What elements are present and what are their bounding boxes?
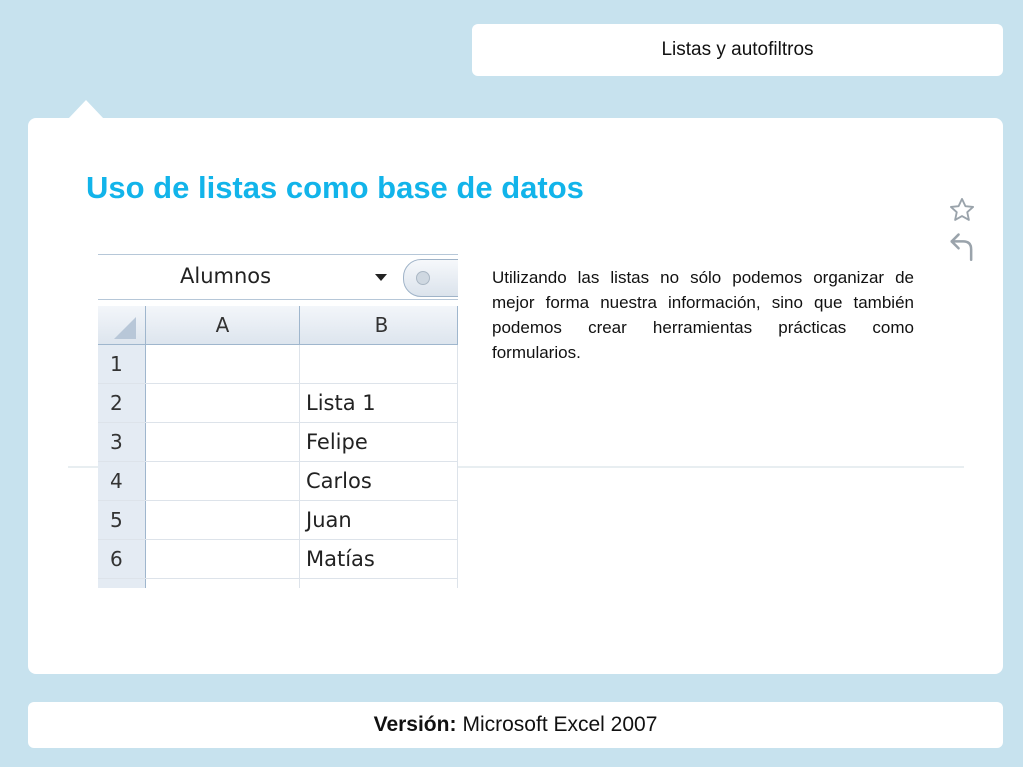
star-icon[interactable] [948,196,976,224]
cell-a[interactable] [146,423,300,461]
table-row: 5 Juan [98,501,458,540]
row-header[interactable]: 4 [98,462,146,500]
cell-a[interactable] [146,501,300,539]
row-header[interactable]: 5 [98,501,146,539]
cell-a[interactable] [146,462,300,500]
cell-b[interactable] [300,579,458,588]
row-header[interactable]: 3 [98,423,146,461]
table-row [98,579,458,588]
spreadsheet-grid: A B 1 2 Lista 1 3 Felipe 4 Carlos 5 Juan… [98,306,458,588]
header-title-bar: Listas y autofiltros [472,24,1003,76]
cell-a[interactable] [146,540,300,578]
cell-a[interactable] [146,384,300,422]
column-header-a[interactable]: A [146,306,300,344]
cell-b[interactable]: Matías [300,540,458,578]
cell-b[interactable]: Carlos [300,462,458,500]
cell-a[interactable] [146,579,300,588]
cell-b[interactable]: Juan [300,501,458,539]
panel-notch [68,100,104,119]
dropdown-arrow-icon[interactable] [375,274,387,281]
cell-a[interactable] [146,345,300,383]
slide-description: Utilizando las listas no sólo podemos or… [492,268,914,362]
row-header[interactable]: 1 [98,345,146,383]
footer-bar: Versión: Microsoft Excel 2007 [28,702,1003,748]
row-header[interactable] [98,579,146,588]
table-row: 1 [98,345,458,384]
slide-heading: Uso de listas como base de datos [86,170,584,205]
footer-value: Microsoft Excel 2007 [462,713,658,736]
table-row: 3 Felipe [98,423,458,462]
table-row: 6 Matías [98,540,458,579]
cell-b[interactable] [300,345,458,383]
cell-b[interactable]: Felipe [300,423,458,461]
header-title: Listas y autofiltros [661,39,814,60]
row-header[interactable]: 2 [98,384,146,422]
table-row: 2 Lista 1 [98,384,458,423]
name-box-value: Alumnos [180,264,272,288]
table-row: 4 Carlos [98,462,458,501]
name-box[interactable]: Alumnos [98,254,458,300]
column-header-b[interactable]: B [300,306,458,344]
footer-label: Versión: [373,713,457,736]
row-header[interactable]: 6 [98,540,146,578]
undo-icon[interactable] [948,230,976,262]
column-header-row: A B [98,306,458,345]
excel-screenshot: Alumnos A B 1 2 Lista 1 3 Felipe 4 Carlo… [98,254,458,588]
content-panel: Uso de listas como base de datos Alumnos… [28,118,1003,674]
select-all-corner[interactable] [98,306,146,344]
cell-b[interactable]: Lista 1 [300,384,458,422]
formula-bar-handle[interactable] [403,259,458,297]
